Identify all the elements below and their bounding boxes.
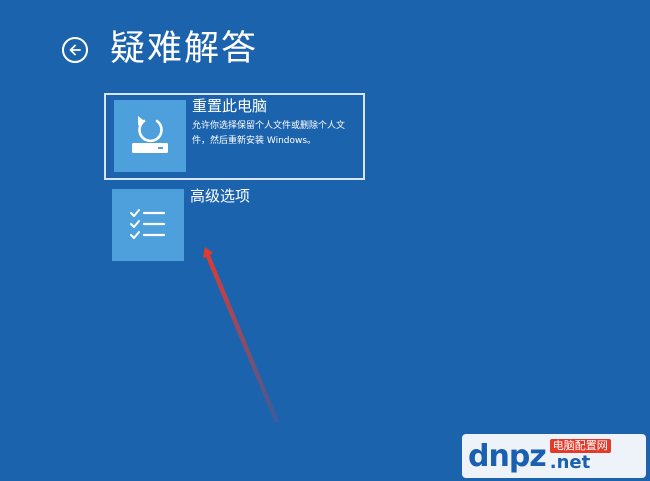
back-button[interactable] <box>62 37 88 63</box>
option-title: 高级选项 <box>190 187 251 205</box>
watermark-badge: 电脑配置网 <box>549 439 611 453</box>
option-advanced[interactable]: 高级选项 <box>104 184 365 266</box>
option-reset-pc[interactable]: 重置此电脑 允许你选择保留个人文件或删除个人文件，然后重新安装 Windows。 <box>104 93 365 180</box>
watermark-suffix: .net <box>549 452 591 473</box>
reset-pc-tile <box>114 100 186 172</box>
page-title: 疑难解答 <box>110 29 259 69</box>
back-arrow-icon <box>69 44 81 56</box>
advanced-tile <box>112 189 184 261</box>
watermark-brand: dnpz <box>468 438 547 474</box>
option-title: 重置此电脑 <box>192 97 268 115</box>
checklist-icon <box>130 209 166 239</box>
reset-pc-icon <box>132 116 168 153</box>
watermark-side: 电脑配置网 .net <box>549 439 611 473</box>
option-description: 允许你选择保留个人文件或删除个人文件，然后重新安装 Windows。 <box>192 121 346 146</box>
watermark-logo: dnpz 电脑配置网 .net <box>462 434 646 478</box>
